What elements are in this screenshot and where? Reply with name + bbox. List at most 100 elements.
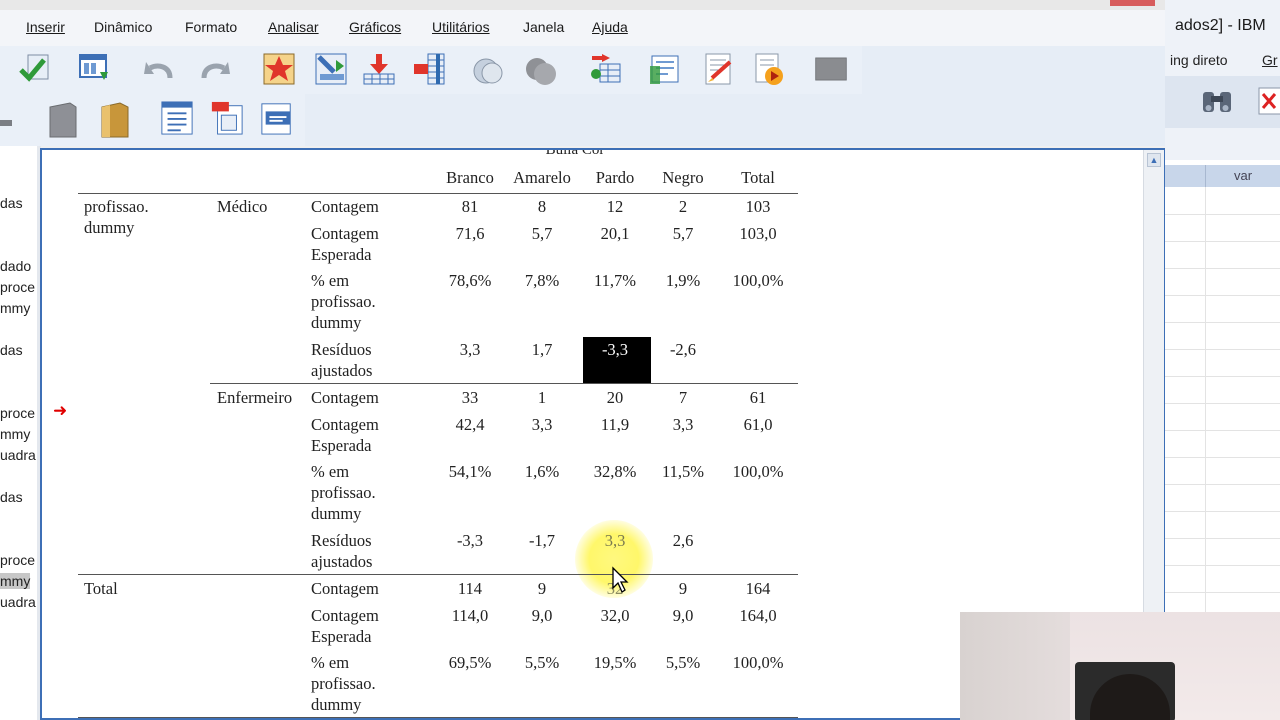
insert-text-icon[interactable]: [260, 101, 294, 135]
webcam-overlay: [960, 612, 1280, 720]
insert-variable-icon[interactable]: [412, 52, 446, 86]
stat-label: Contagem: [311, 579, 379, 598]
data-editor-grid[interactable]: var: [1165, 160, 1280, 620]
cell-value: -1,7: [528, 531, 556, 550]
outline-item[interactable]: proce: [0, 279, 35, 295]
viewer-toolbar-2: [0, 94, 306, 146]
header-rule: [78, 193, 798, 194]
cell-value: 3,3: [459, 340, 481, 359]
cell-value-selected[interactable]: -3,3: [580, 339, 650, 360]
go-to-data-icon[interactable]: [78, 52, 112, 86]
outline-pane[interactable]: das dado proce mmy das proce mmy uadra d…: [0, 146, 41, 720]
menu-utilitarios[interactable]: Utilitários: [432, 19, 490, 35]
menu-inserir[interactable]: Inserir: [26, 19, 65, 35]
current-item-arrow-icon: ➜: [53, 401, 68, 420]
stat-label: Contagem: [311, 224, 379, 243]
cell-value: 5,7: [672, 224, 694, 243]
close-button[interactable]: [1110, 0, 1155, 6]
mouse-cursor-icon: [612, 566, 629, 593]
outline-item[interactable]: mmy: [0, 300, 30, 316]
data-editor-toolbar: [1165, 76, 1280, 128]
data-editor-title: ados2] - IBM: [1175, 17, 1266, 34]
cell-value: 2,6: [672, 531, 694, 550]
find-icon[interactable]: [1200, 86, 1234, 116]
cell-value: 100,0%: [732, 462, 784, 481]
stat-label: dummy: [311, 313, 362, 332]
cell-value: 19,5%: [593, 653, 637, 672]
stat-label: Contagem: [311, 388, 379, 407]
stat-label: % em: [311, 653, 350, 672]
outline-item[interactable]: mmy: [0, 426, 30, 442]
cell-value: 69,5%: [448, 653, 492, 672]
value-labels-icon[interactable]: [648, 52, 682, 86]
disabled-tool-icon[interactable]: [814, 52, 848, 86]
run-script-icon[interactable]: [752, 52, 786, 86]
goto-case-icon[interactable]: [262, 52, 296, 86]
cell-value: -3,3: [456, 531, 484, 550]
column-header-var[interactable]: var: [1206, 165, 1280, 187]
stat-label: Contagem: [311, 197, 379, 216]
outline-item[interactable]: uadra: [0, 594, 36, 610]
outline-item[interactable]: proce: [0, 552, 35, 568]
cell-value: 114: [457, 579, 483, 598]
cell-value: 5,5%: [665, 653, 701, 672]
cell-value: 9: [678, 579, 688, 598]
cell-value: 114,0: [451, 606, 489, 625]
undo-icon[interactable]: [142, 54, 176, 88]
outline-item[interactable]: dado: [0, 258, 31, 274]
cell-value: 61: [749, 388, 767, 407]
insert-heading-icon[interactable]: [160, 101, 194, 135]
stat-label: ajustados: [311, 552, 373, 571]
menu-ajuda[interactable]: Ajuda: [592, 19, 628, 35]
cell-value: 12: [606, 197, 624, 216]
show-icon[interactable]: [98, 102, 132, 138]
stat-label: Resíduos: [311, 340, 372, 359]
outline-item[interactable]: proce: [0, 405, 35, 421]
stat-label: Resíduos: [311, 531, 372, 550]
delete-variable-icon[interactable]: [1257, 84, 1280, 118]
outline-item[interactable]: das: [0, 195, 23, 211]
use-variable-sets-icon[interactable]: [702, 52, 736, 86]
outline-item[interactable]: das: [0, 342, 23, 358]
viewer-titlebar: [0, 0, 1165, 10]
outline-item[interactable]: uadra: [0, 447, 36, 463]
recall-dialog-icon[interactable]: [18, 52, 52, 86]
viewer-menubar: Inserir Dinâmico Formato Analisar Gráfic…: [0, 10, 1165, 46]
cell-value: 71,6: [455, 224, 485, 243]
menu-formato[interactable]: Formato: [185, 19, 237, 35]
cell-value: 1,7: [531, 340, 553, 359]
scroll-up-icon[interactable]: ▲: [1147, 153, 1161, 167]
cell-value: 9,0: [672, 606, 694, 625]
collapse-icon[interactable]: [0, 106, 14, 140]
outline-item[interactable]: das: [0, 489, 23, 505]
cell-value: 42,4: [455, 415, 485, 434]
row-number-header: [1165, 165, 1206, 187]
cell-value: 103,0: [739, 224, 777, 243]
stat-label: profissao.: [311, 483, 376, 502]
select-cases-icon[interactable]: [588, 52, 622, 86]
menu-janela[interactable]: Janela: [523, 19, 564, 35]
cell-value: 1,6%: [524, 462, 560, 481]
cell-value: 1,9%: [665, 271, 701, 290]
split-file-icon[interactable]: [472, 54, 506, 88]
menu-analisar[interactable]: Analisar: [268, 19, 319, 35]
cell-value: 100,0%: [732, 653, 784, 672]
cell-value: 78,6%: [448, 271, 492, 290]
cell-value: 3,3: [672, 415, 694, 434]
group-label: Médico: [217, 197, 268, 216]
weight-cases-icon[interactable]: [524, 54, 558, 88]
column-header: Pardo: [595, 168, 635, 187]
stat-label: % em: [311, 271, 350, 290]
bottom-rule: [78, 717, 798, 718]
insert-title-icon[interactable]: [210, 101, 244, 135]
cell-value: 32,8%: [593, 462, 637, 481]
insert-cases-icon[interactable]: [362, 52, 396, 86]
menu-graficos[interactable]: Gr: [1262, 52, 1278, 68]
goto-variable-icon[interactable]: [314, 52, 348, 86]
menu-marketing-direto[interactable]: ing direto: [1170, 52, 1228, 68]
redo-icon[interactable]: [198, 54, 232, 88]
menu-dinamico[interactable]: Dinâmico: [94, 19, 152, 35]
menu-graficos[interactable]: Gráficos: [349, 19, 401, 35]
hide-icon[interactable]: [46, 102, 80, 138]
outline-item-selected[interactable]: mmy: [0, 573, 31, 589]
